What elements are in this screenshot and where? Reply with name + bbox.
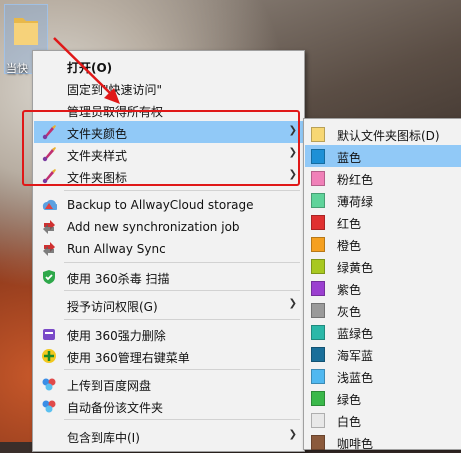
- annotation-arrow: [53, 37, 120, 104]
